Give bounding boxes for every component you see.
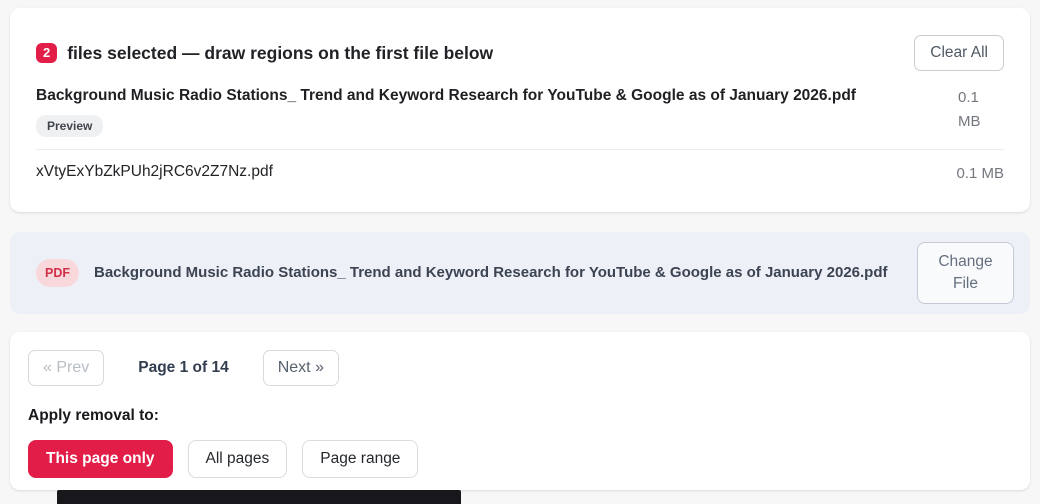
file-name: Background Music Radio Stations_ Trend a… [36,86,946,107]
selection-header: 2 files selected — draw regions on the f… [36,35,1004,71]
page-status: Page 1 of 14 [138,359,228,377]
clear-all-button[interactable]: Clear All [914,35,1004,71]
active-file-card: PDF Background Music Radio Stations_ Tre… [10,232,1030,314]
apply-options: This page only All pages Page range [28,440,1012,478]
prev-page-button[interactable]: « Prev [28,350,104,386]
pagination: « Prev Page 1 of 14 Next » [28,350,1012,386]
file-count-badge: 2 [36,43,57,63]
apply-page-range-button[interactable]: Page range [302,440,418,478]
change-file-button[interactable]: Change File [917,242,1014,305]
apply-this-page-only-button[interactable]: This page only [28,440,173,478]
pdf-type-badge: PDF [36,259,79,288]
active-file-name: Background Music Radio Stations_ Trend a… [94,261,888,284]
page: 2 files selected — draw regions on the f… [0,0,1040,504]
controls-card: « Prev Page 1 of 14 Next » Apply removal… [10,332,1030,490]
selection-card: 2 files selected — draw regions on the f… [10,8,1030,212]
file-size: 0.1 MB [958,86,1004,134]
file-list: Background Music Radio Stations_ Trend a… [36,86,1004,186]
selection-title: files selected — draw regions on the fir… [67,43,493,64]
file-info: Background Music Radio Stations_ Trend a… [36,86,946,137]
file-row: Background Music Radio Stations_ Trend a… [36,86,1004,150]
file-info: xVtyExYbZkPUh2jRC6v2Z7Nz.pdf [36,162,944,183]
apply-all-pages-button[interactable]: All pages [188,440,288,478]
apply-removal-label: Apply removal to: [28,407,1012,425]
file-name: xVtyExYbZkPUh2jRC6v2Z7Nz.pdf [36,162,944,183]
file-row: xVtyExYbZkPUh2jRC6v2Z7Nz.pdf 0.1 MB [36,150,1004,186]
pdf-viewer-top-edge [57,490,461,504]
file-size: 0.1 MB [956,162,1004,186]
preview-badge: Preview [36,115,103,137]
next-page-button[interactable]: Next » [263,350,339,386]
